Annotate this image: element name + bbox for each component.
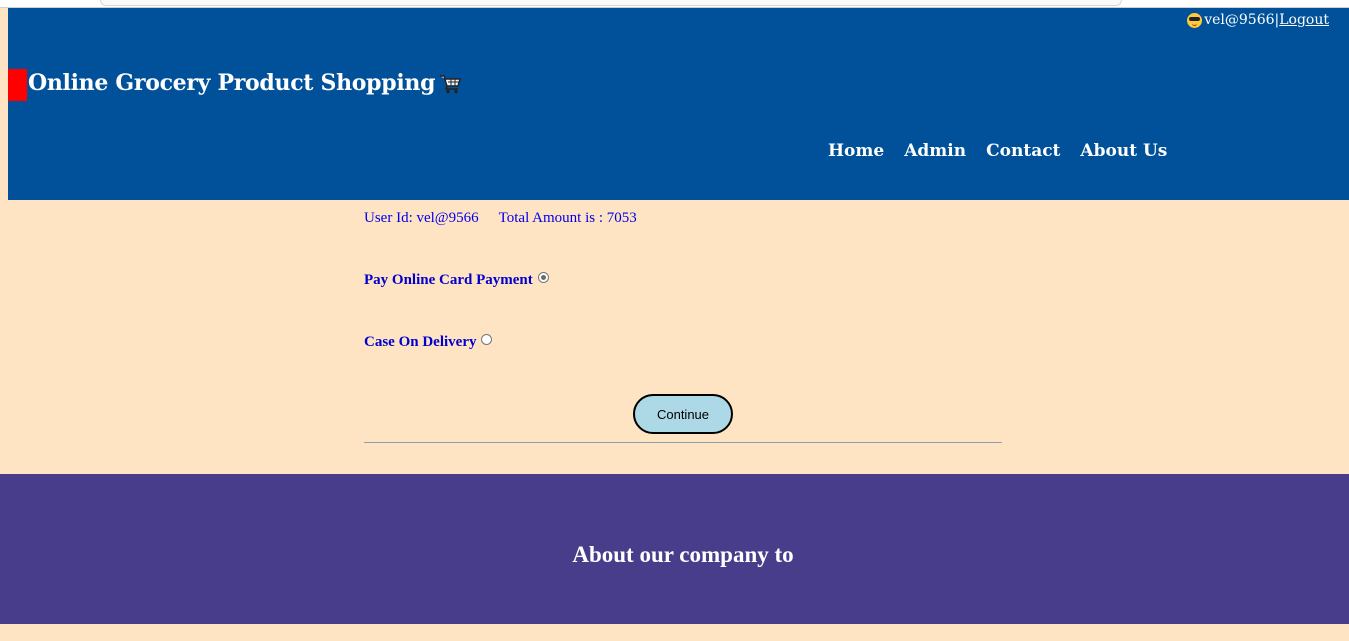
option-online-card-label: Pay Online Card Payment bbox=[364, 272, 533, 288]
nav-home[interactable]: Home bbox=[828, 141, 884, 161]
current-user: vel@9566 bbox=[1204, 12, 1275, 28]
site-footer: About our company to bbox=[0, 474, 1349, 624]
browser-top-strip bbox=[0, 0, 1349, 8]
site-title-text: Online Grocery Product Shopping bbox=[28, 70, 436, 96]
browser-scroll-indicator bbox=[100, 0, 1122, 6]
form-divider bbox=[364, 442, 1002, 443]
order-summary: User Id: vel@9566 Total Amount is : 7053 bbox=[364, 210, 637, 227]
continue-button[interactable]: Continue bbox=[633, 394, 733, 434]
footer-heading: About our company to bbox=[572, 542, 794, 567]
brand-red-marker bbox=[8, 69, 27, 101]
option-online-card[interactable]: Pay Online Card Payment bbox=[364, 272, 549, 289]
site-header: vel@9566 | Logout Online Grocery Product… bbox=[8, 8, 1349, 200]
cash-on-delivery-radio[interactable] bbox=[481, 334, 493, 345]
user-id-text: User Id: vel@9566 bbox=[364, 210, 479, 226]
main-nav: Home Admin Contact About Us bbox=[828, 141, 1167, 161]
nav-admin[interactable]: Admin bbox=[904, 141, 966, 161]
logout-link[interactable]: Logout bbox=[1279, 12, 1329, 28]
online-card-radio[interactable] bbox=[537, 272, 549, 283]
nav-contact[interactable]: Contact bbox=[986, 141, 1060, 161]
total-amount-text: Total Amount is : 7053 bbox=[498, 210, 637, 226]
user-bar: vel@9566 | Logout bbox=[1187, 12, 1329, 28]
sunglasses-face-icon bbox=[1187, 12, 1203, 28]
site-title: Online Grocery Product Shopping bbox=[28, 70, 463, 96]
option-cash-on-delivery-label: Case On Delivery bbox=[364, 334, 477, 350]
option-cash-on-delivery[interactable]: Case On Delivery bbox=[364, 334, 493, 351]
nav-about-us[interactable]: About Us bbox=[1080, 141, 1167, 161]
shopping-cart-icon bbox=[439, 72, 462, 94]
